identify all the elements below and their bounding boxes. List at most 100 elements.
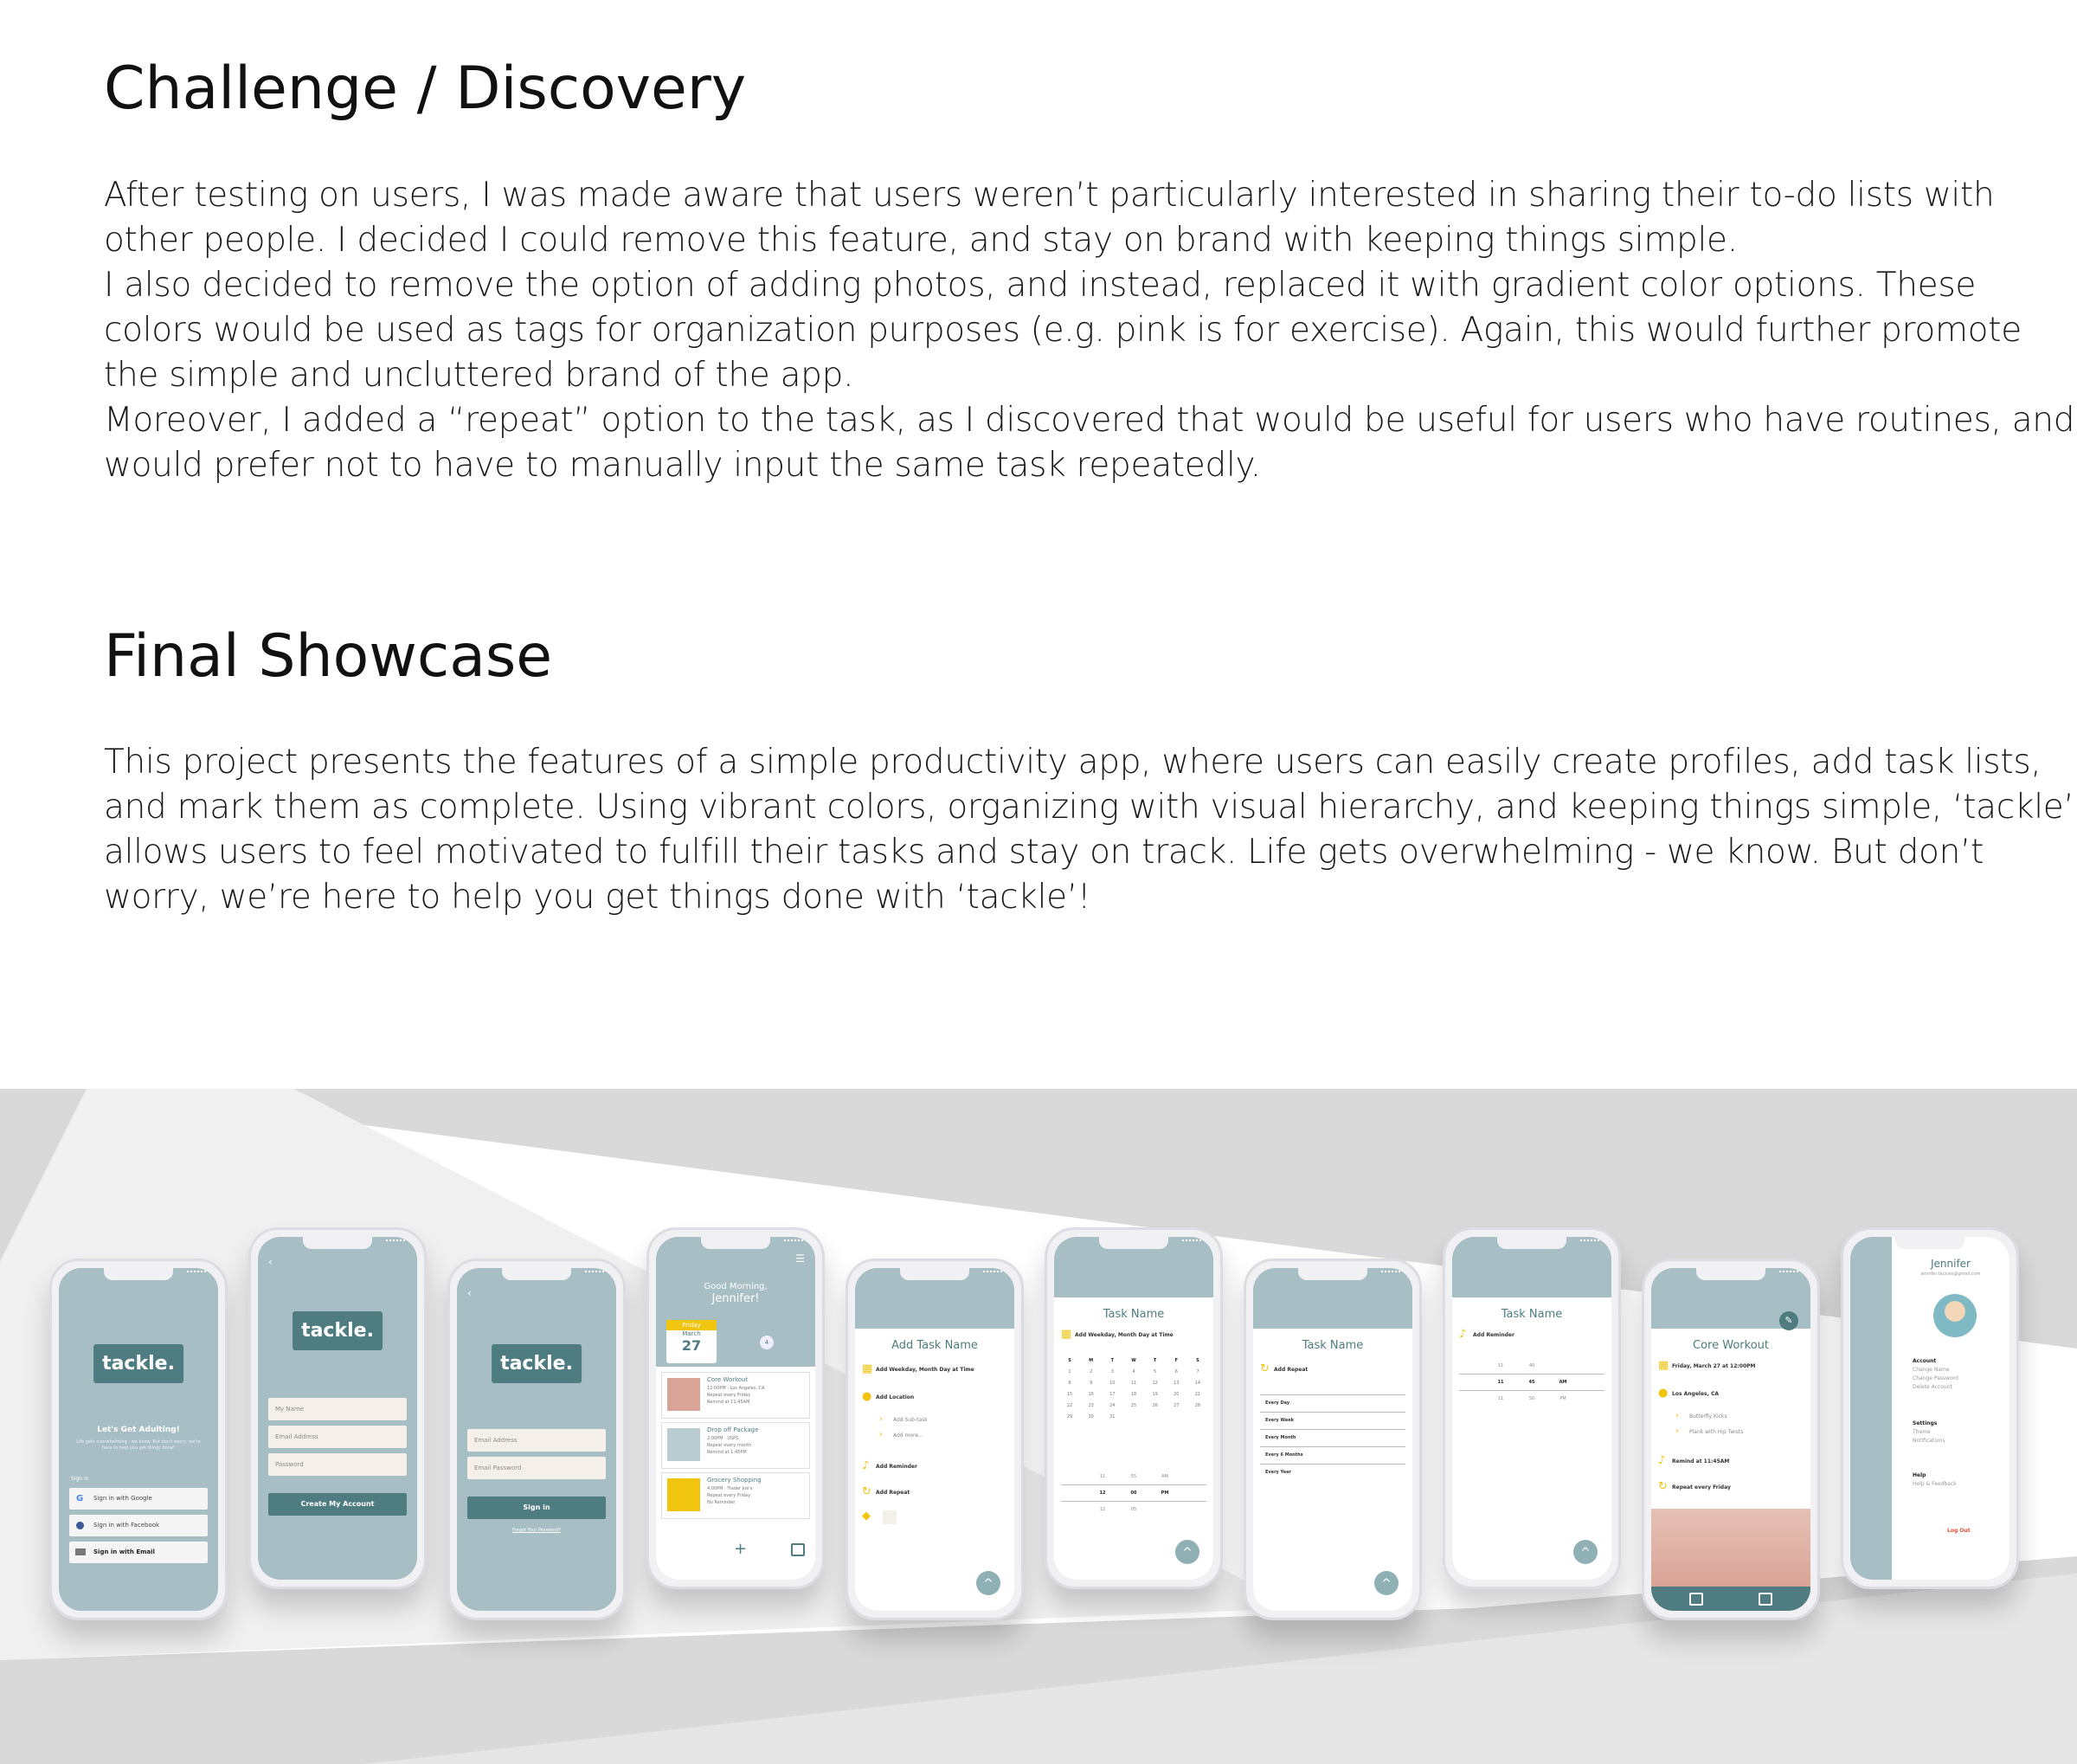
avatar[interactable] (1933, 1294, 1977, 1337)
time-row[interactable]: 11 45 AM (1459, 1374, 1604, 1391)
calendar-day[interactable]: 19 (1148, 1392, 1162, 1403)
calendar-day[interactable]: 20 (1169, 1392, 1183, 1403)
calendar-day[interactable]: 12 (1148, 1381, 1162, 1392)
task-title[interactable]: Add Task Name (855, 1339, 1014, 1352)
facebook-signin-button[interactable]: Sign in with Facebook (69, 1515, 208, 1536)
back-icon[interactable]: ‹ (268, 1256, 273, 1268)
calendar-day[interactable]: 22 (1063, 1403, 1077, 1414)
calendar-icon: ▦ (1658, 1359, 1669, 1372)
expand-up-button[interactable]: ^ (1573, 1540, 1598, 1564)
paragraph-line: This project presents the features of a … (104, 743, 2042, 782)
location-pin-icon: ● (862, 1390, 872, 1403)
calendar-day[interactable]: 24 (1105, 1403, 1119, 1414)
calendar-day[interactable]: 1 (1063, 1369, 1077, 1381)
paragraph-line: After testing on users, I was made aware… (104, 176, 1995, 215)
calendar-day[interactable]: 8 (1063, 1381, 1077, 1392)
complete-check-icon[interactable] (1759, 1593, 1772, 1606)
calendar-day[interactable]: 15 (1063, 1392, 1077, 1403)
calendar-day[interactable]: 11 (1127, 1381, 1141, 1392)
calendar-day[interactable]: 5 (1148, 1369, 1162, 1381)
calendar-day[interactable]: 28 (1191, 1403, 1205, 1414)
time-row[interactable]: 11 55 AM (1061, 1469, 1206, 1484)
chevron-right-icon: › (1675, 1411, 1679, 1420)
task-card[interactable]: Drop off Package 2:00PM · USPS Repeat ev… (661, 1422, 810, 1469)
email-signin-button[interactable]: Sign in with Email (69, 1542, 208, 1563)
calendar-day[interactable]: 29 (1063, 1414, 1077, 1426)
calendar-day[interactable]: 13 (1169, 1381, 1183, 1392)
calendar-day[interactable]: 7 (1191, 1369, 1205, 1381)
calendar-day[interactable]: 31 (1105, 1414, 1119, 1426)
expand-up-button[interactable]: ^ (976, 1571, 1000, 1595)
calendar-day[interactable] (1169, 1414, 1183, 1426)
signin-button[interactable]: Sign in (467, 1497, 606, 1519)
name-field[interactable]: My Name (268, 1398, 407, 1420)
calendar-day[interactable] (1191, 1414, 1205, 1426)
password-field[interactable]: Email Password (467, 1457, 606, 1479)
time-row[interactable]: 12 00 PM (1061, 1484, 1206, 1502)
calendar-grid[interactable]: S M T W T F S 1 2 3 4 5 6 7 8 9 10 11 12 13 14 15 16 17 18 19 20 21… (1063, 1358, 1205, 1426)
task-title[interactable]: Task Name (1253, 1339, 1412, 1352)
weekday-label: F (1174, 1358, 1178, 1363)
final-heading: Final Showcase (104, 622, 553, 691)
time-picker[interactable]: 11 55 AM 12 00 PM 12 05 (1061, 1469, 1206, 1517)
calendar-day[interactable] (1148, 1414, 1162, 1426)
add-icon[interactable]: + (734, 1540, 747, 1558)
time-picker[interactable]: 11 40 11 45 AM 11 50 PM (1459, 1358, 1604, 1407)
logout-button[interactable]: Log Out (1947, 1528, 1971, 1534)
expand-up-button[interactable]: ^ (1374, 1571, 1399, 1595)
calendar-day[interactable]: 10 (1105, 1381, 1119, 1392)
forgot-password-link[interactable]: Forgot Your Password? (457, 1528, 616, 1533)
repeat-option[interactable]: Every Week (1260, 1412, 1405, 1429)
calendar-day[interactable]: 6 (1169, 1369, 1183, 1381)
calendar-day[interactable]: 17 (1105, 1392, 1119, 1403)
paragraph-line: the simple and uncluttered brand of the … (104, 356, 854, 395)
calendar-icon[interactable] (791, 1543, 805, 1556)
menu-icon[interactable]: ☰ (795, 1252, 805, 1265)
repeat-option[interactable]: Every Year (1260, 1464, 1405, 1481)
create-account-button[interactable]: Create My Account (268, 1493, 407, 1516)
time-row[interactable]: 11 40 (1459, 1358, 1604, 1374)
calendar-day[interactable] (1127, 1414, 1141, 1426)
calendar-day[interactable]: 23 (1084, 1403, 1098, 1414)
calendar-day[interactable]: 26 (1148, 1403, 1162, 1414)
task-card[interactable]: Grocery Shopping 4:00PM · Trader Joe's R… (661, 1472, 810, 1519)
calendar-day[interactable]: 3 (1105, 1369, 1119, 1381)
color-swatch[interactable] (883, 1510, 897, 1524)
calendar-day[interactable]: 30 (1084, 1414, 1098, 1426)
final-text: This project presents the features of a … (104, 740, 2074, 920)
task-card[interactable]: Core Workout 12:00PM · Los Angeles, CA R… (661, 1372, 810, 1419)
calendar-day[interactable]: 4 (1127, 1369, 1141, 1381)
time-row[interactable]: 11 50 PM (1459, 1391, 1604, 1407)
calendar-day[interactable]: 25 (1127, 1403, 1141, 1414)
weekday-header: SMTWTFS (1063, 1358, 1205, 1369)
google-signin-button[interactable]: G Sign in with Google (69, 1488, 208, 1510)
repeat-option[interactable]: Every Month (1260, 1429, 1405, 1446)
repeat-option-list[interactable]: Every Day Every Week Every Month Every 6 Mo… (1260, 1394, 1405, 1481)
task-title: Core Workout (1693, 1339, 1769, 1352)
time-row[interactable]: 12 05 (1061, 1502, 1206, 1517)
email-field[interactable]: Email Address (467, 1429, 606, 1452)
edit-calendar-icon[interactable]: ✎ (1779, 1311, 1798, 1330)
back-icon[interactable]: ‹ (467, 1287, 472, 1299)
email-field[interactable]: Email Address (268, 1426, 407, 1448)
time-value: 55 (1130, 1474, 1137, 1479)
repeat-option[interactable]: Every Day (1260, 1394, 1405, 1412)
calendar-day[interactable]: 27 (1169, 1403, 1183, 1414)
password-field[interactable]: Password (268, 1453, 407, 1476)
task-title[interactable]: Task Name (1054, 1308, 1213, 1321)
time-value: 11 (1497, 1380, 1504, 1385)
expand-up-button[interactable]: ^ (1175, 1540, 1199, 1564)
calendar-day[interactable]: 18 (1127, 1392, 1141, 1403)
calendar-day[interactable]: 16 (1084, 1392, 1098, 1403)
final-section: Final Showcase (104, 622, 1973, 691)
task-title[interactable]: Task Name (1452, 1308, 1611, 1321)
calendar-day[interactable]: 2 (1084, 1369, 1098, 1381)
greeting-line-2: Jennifer! (711, 1292, 760, 1305)
time-value: PM (1559, 1396, 1566, 1401)
repeat-option[interactable]: Every 6 Months (1260, 1446, 1405, 1464)
date-day: Friday (666, 1320, 717, 1330)
calendar-day[interactable]: 14 (1191, 1381, 1205, 1392)
calendar-day[interactable]: 9 (1084, 1381, 1098, 1392)
delete-calendar-icon[interactable] (1689, 1593, 1703, 1606)
calendar-day[interactable]: 21 (1191, 1392, 1205, 1403)
